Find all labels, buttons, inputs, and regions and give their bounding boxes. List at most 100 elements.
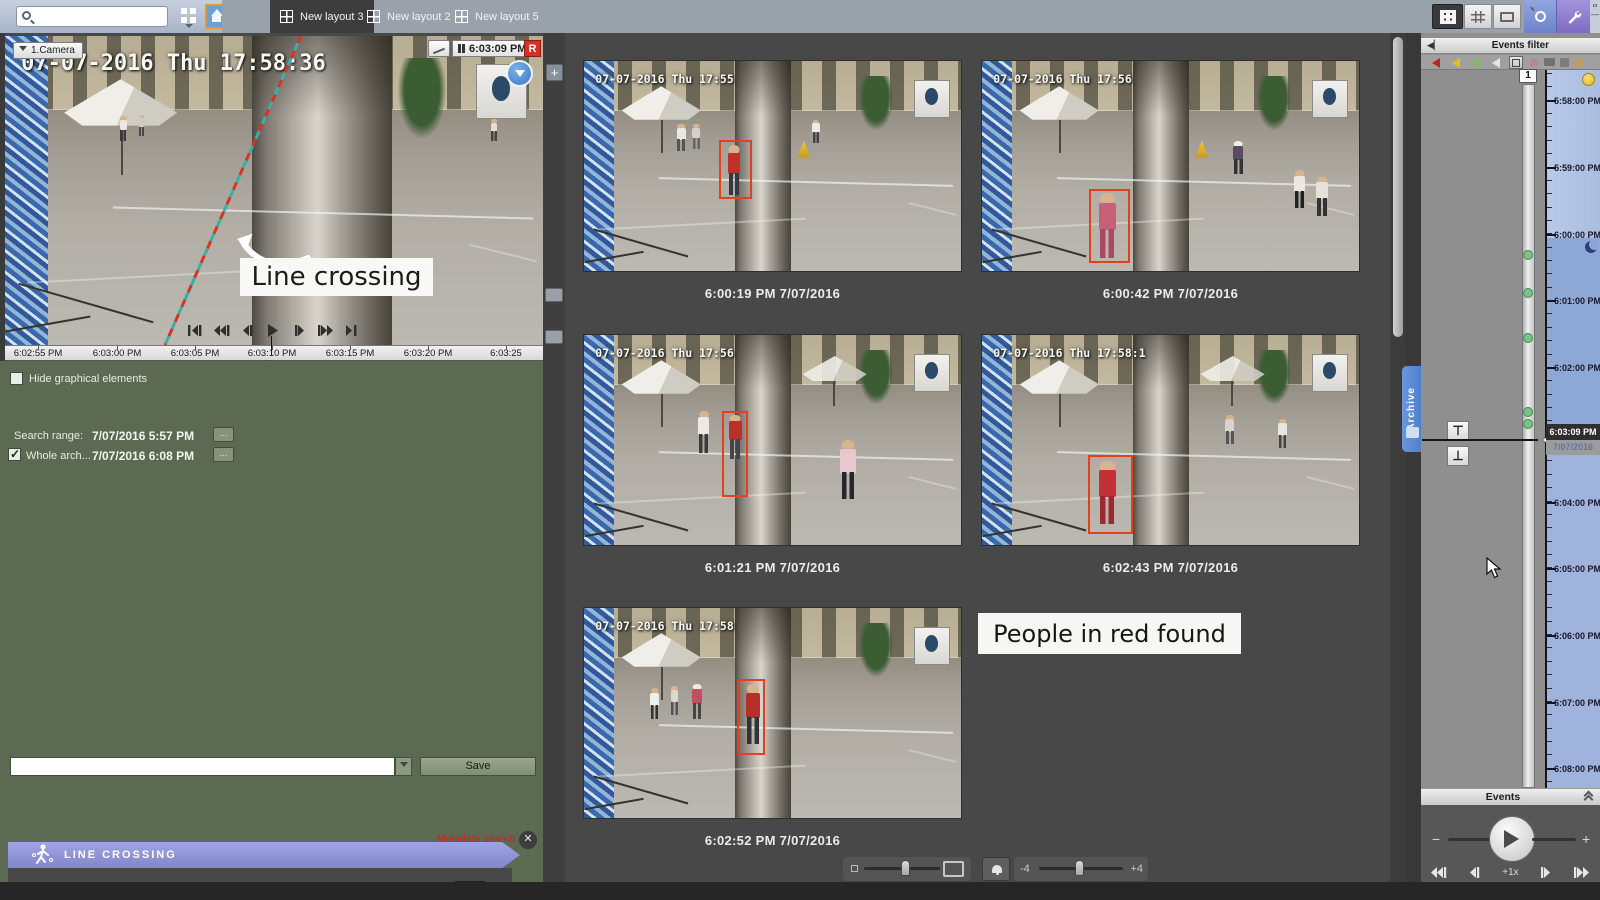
person bbox=[1291, 170, 1308, 208]
result-thumbnail[interactable]: 07-07-2016 Thu 17:55 bbox=[583, 60, 962, 272]
event-track[interactable] bbox=[1522, 84, 1535, 788]
result-thumbnail[interactable]: 07-07-2016 Thu 17:58:1 bbox=[981, 334, 1360, 546]
archive-search-button[interactable] bbox=[1524, 0, 1557, 33]
search-input[interactable] bbox=[16, 6, 168, 27]
search-settings-panel: Hide graphical elements Save Search rang… bbox=[0, 361, 543, 900]
set-range-end-button[interactable]: ⊥ bbox=[1447, 446, 1469, 466]
scroll-down-button[interactable] bbox=[506, 60, 533, 87]
hide-graphics-checkbox[interactable] bbox=[10, 372, 23, 385]
filter-person-icon[interactable] bbox=[1530, 58, 1538, 67]
save-button[interactable]: Save bbox=[420, 757, 536, 776]
line-crossing-banner[interactable]: LINE CROSSING bbox=[8, 842, 520, 868]
event-marker[interactable] bbox=[1523, 419, 1533, 429]
camera-timeline[interactable]: 6:02:55 PM 6:03:00 PM 6:03:05 PM 6:03:10 PM… bbox=[5, 336, 543, 361]
signage-logo bbox=[1323, 362, 1336, 380]
filter-warning-icon[interactable] bbox=[1452, 58, 1460, 68]
result-thumbnail[interactable]: 07-07-2016 Thu 17:58 bbox=[583, 607, 962, 819]
set-range-start-button[interactable]: ⊤ bbox=[1447, 421, 1469, 441]
play-button[interactable] bbox=[1489, 816, 1535, 862]
grid-view-button[interactable] bbox=[1432, 4, 1463, 29]
filter-square-button[interactable] bbox=[1509, 56, 1523, 69]
thumbnail-size-slider[interactable] bbox=[843, 857, 971, 881]
statistics-icon-button[interactable] bbox=[428, 40, 450, 57]
filter-camera-icon[interactable] bbox=[1544, 58, 1555, 66]
tab-new-layout-5[interactable]: New layout 5 bbox=[445, 0, 549, 33]
close-icon[interactable]: ✕ bbox=[519, 831, 537, 849]
event-marker[interactable] bbox=[1523, 333, 1533, 343]
collapse-left-icon[interactable]: ◀▏ bbox=[1427, 40, 1441, 51]
ruler-time-label: 5:59:00 PM bbox=[1554, 163, 1600, 173]
filter-speaker-icon[interactable] bbox=[1560, 58, 1569, 67]
goto-start-button[interactable] bbox=[186, 323, 204, 338]
ruler-minor-tick bbox=[1547, 206, 1552, 208]
person-torso bbox=[1278, 423, 1288, 436]
result-thumbnail[interactable]: 07-07-2016 Thu 17:56 bbox=[583, 334, 962, 546]
speed-minus[interactable]: − bbox=[1432, 831, 1440, 847]
alarm-bell-button[interactable] bbox=[982, 857, 1010, 881]
range-picker-button[interactable]: ... bbox=[213, 427, 234, 442]
event-marker[interactable] bbox=[1523, 250, 1533, 260]
ruler-minor-tick bbox=[1547, 179, 1552, 181]
slider-thumb[interactable] bbox=[901, 860, 910, 876]
search-range-value[interactable]: 7/07/2016 5:57 PM bbox=[92, 429, 194, 443]
speed-slider[interactable]: -4 +4 bbox=[1014, 857, 1148, 881]
query-combobox[interactable] bbox=[10, 757, 395, 776]
layout-edit-button[interactable] bbox=[1464, 4, 1492, 29]
umbrella-pole bbox=[661, 393, 664, 428]
settings-wrench-button[interactable] bbox=[1557, 0, 1590, 33]
small-size-icon bbox=[851, 865, 858, 872]
event-filter-icon-row[interactable] bbox=[1421, 55, 1600, 70]
collapse-up-icon[interactable] bbox=[1583, 790, 1594, 804]
tab-archive[interactable]: Archive bbox=[1402, 366, 1421, 452]
next-event-button[interactable] bbox=[1573, 866, 1590, 879]
ruler-minor-tick bbox=[1547, 86, 1552, 88]
step-forward-button[interactable] bbox=[1538, 866, 1555, 879]
prev-keyframe-button[interactable] bbox=[212, 323, 230, 338]
monitor-view-button[interactable] bbox=[1493, 4, 1521, 29]
plant bbox=[1257, 75, 1292, 131]
camera-name-chip[interactable]: 1.Camera bbox=[13, 42, 83, 59]
daytime-sun-icon bbox=[1582, 73, 1595, 86]
layouts-grid-icon[interactable] bbox=[178, 7, 200, 25]
person-legs bbox=[692, 703, 702, 720]
whole-archive-checkbox[interactable] bbox=[8, 447, 21, 461]
range-picker-button[interactable]: ... bbox=[213, 447, 234, 462]
events-filter-header[interactable]: ◀▏ Events filter bbox=[1421, 38, 1600, 54]
ruler-minor-tick bbox=[1547, 594, 1552, 596]
filter-ok-icon[interactable] bbox=[1472, 58, 1480, 68]
slider-thumb[interactable] bbox=[1075, 860, 1084, 876]
panel-toggle-icon[interactable] bbox=[545, 330, 563, 344]
scrollbar-thumb[interactable] bbox=[1393, 37, 1403, 337]
step-back-button[interactable] bbox=[238, 323, 256, 338]
person bbox=[691, 124, 702, 150]
filter-grid-icon[interactable] bbox=[1574, 58, 1584, 67]
combobox-dropdown-button[interactable] bbox=[395, 757, 412, 776]
signage-logo bbox=[925, 362, 938, 380]
filter-info-icon[interactable] bbox=[1492, 58, 1500, 68]
play-button[interactable] bbox=[264, 323, 282, 338]
panel-toggle-icon[interactable] bbox=[545, 288, 563, 302]
timeline-band bbox=[1547, 238, 1600, 441]
filter-alarm-icon[interactable] bbox=[1432, 58, 1440, 68]
prev-event-button[interactable] bbox=[1430, 866, 1447, 879]
speed-plus[interactable]: + bbox=[1582, 831, 1590, 847]
timeline-tick bbox=[428, 346, 429, 350]
detection-box bbox=[737, 679, 766, 755]
person-torso bbox=[811, 123, 820, 133]
whole-archive-value[interactable]: 7/07/2016 6:08 PM bbox=[92, 449, 194, 463]
goto-end-button[interactable] bbox=[343, 323, 361, 338]
osd-timestamp: 07-07-2016 Thu 17:58 bbox=[595, 618, 734, 633]
pin-panel-control[interactable]: ⴰ — bbox=[1590, 0, 1600, 33]
step-forward-button[interactable] bbox=[291, 323, 309, 338]
event-marker[interactable] bbox=[1523, 288, 1533, 298]
pillar-shadow bbox=[734, 608, 792, 663]
results-scrollbar[interactable] bbox=[1390, 33, 1406, 882]
step-back-button[interactable] bbox=[1466, 866, 1483, 879]
events-panel-header[interactable]: Events bbox=[1421, 788, 1600, 805]
add-panel-button[interactable]: + bbox=[546, 64, 563, 81]
event-marker[interactable] bbox=[1523, 407, 1533, 417]
fast-forward-button[interactable] bbox=[317, 323, 335, 338]
result-thumbnail[interactable]: 07-07-2016 Thu 17:56 bbox=[981, 60, 1360, 272]
chevron-down-icon[interactable] bbox=[185, 24, 193, 32]
ruler-time-label: 6:01:00 PM bbox=[1554, 296, 1600, 306]
